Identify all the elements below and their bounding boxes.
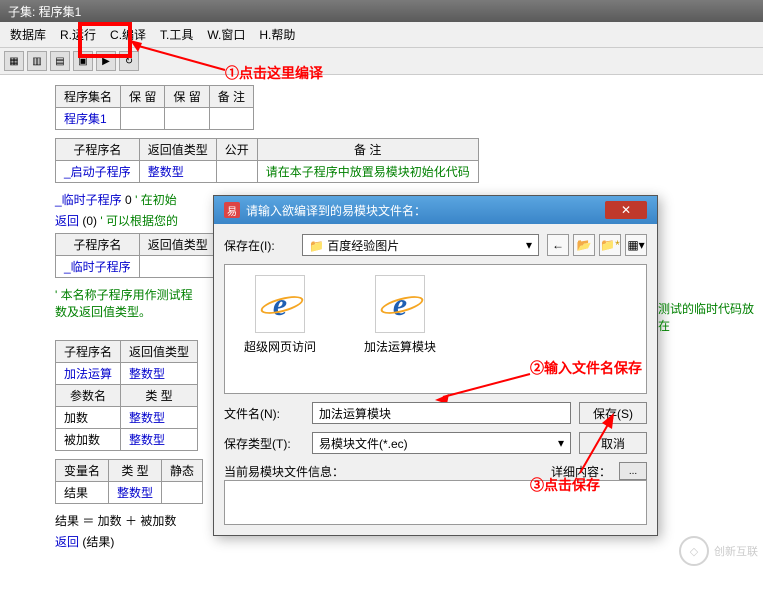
th: 保 留	[121, 86, 165, 108]
toolbar-btn-1[interactable]: ▦	[4, 51, 24, 71]
td[interactable]: 整数型	[121, 363, 198, 385]
watermark: ◇ 创新互联	[679, 536, 758, 566]
watermark-logo: ◇	[679, 536, 709, 566]
nav-newfolder-icon[interactable]: 📁*	[599, 234, 621, 256]
close-button[interactable]: ✕	[605, 201, 647, 219]
td[interactable]: 整数型	[139, 161, 216, 183]
file-label: 加法运算模块	[364, 338, 436, 355]
filetype-combo[interactable]: 易模块文件(*.ec) ▾	[312, 432, 571, 454]
th: 返回值类型	[139, 139, 216, 161]
info-box	[224, 480, 647, 525]
th: 类 型	[109, 460, 162, 482]
table-add-func: 子程序名返回值类型 加法运算整数型 参数名类 型 加数整数型 被加数整数型	[55, 340, 198, 451]
td[interactable]: 整数型	[121, 407, 198, 429]
th: 参数名	[56, 385, 121, 407]
td[interactable]: 程序集1	[56, 108, 121, 130]
chevron-down-icon: ▾	[558, 436, 564, 450]
menu-tools[interactable]: T.工具	[154, 24, 199, 45]
table-var: 变量名类 型静态 结果整数型	[55, 459, 203, 504]
th: 保 留	[165, 86, 209, 108]
toolbar-btn-3[interactable]: ▤	[50, 51, 70, 71]
td[interactable]: 整数型	[121, 429, 198, 451]
filename-label: 文件名(N):	[224, 405, 304, 422]
td: 请在本子程序中放置易模块初始化代码	[257, 161, 478, 183]
menu-compile[interactable]: C.编译	[104, 24, 152, 45]
th: 程序集名	[56, 86, 121, 108]
dialog-titlebar[interactable]: 易 请输入欲编译到的易模块文件名： ✕	[214, 196, 657, 224]
td[interactable]: 加数	[56, 407, 121, 429]
th: 静态	[162, 460, 203, 482]
filename-input[interactable]	[312, 402, 571, 424]
ie-icon	[255, 275, 305, 333]
nav-up-icon[interactable]: 📂	[573, 234, 595, 256]
app-icon: 易	[224, 202, 240, 218]
toolbar: ▦ ▥ ▤ ▣ ▶ ↻	[0, 48, 763, 75]
th: 返回值类型	[121, 341, 198, 363]
dialog-title-text: 请输入欲编译到的易模块文件名：	[246, 202, 426, 219]
td[interactable]: 加法运算	[56, 363, 121, 385]
nav-back-icon[interactable]: ←	[547, 234, 569, 256]
save-button[interactable]: 保存(S)	[579, 402, 647, 424]
menu-window[interactable]: W.窗口	[201, 24, 251, 45]
ie-icon	[375, 275, 425, 333]
toolbar-btn-2[interactable]: ▥	[27, 51, 47, 71]
nav-view-icon[interactable]: ▦▾	[625, 234, 647, 256]
menu-run[interactable]: R.运行	[54, 24, 102, 45]
chevron-down-icon: ▾	[526, 238, 532, 252]
th: 子程序名	[56, 341, 121, 363]
th: 备 注	[209, 86, 253, 108]
titlebar: 子集: 程序集1	[0, 0, 763, 22]
info-label: 当前易模块文件信息：	[224, 463, 344, 480]
td[interactable]: 结果	[56, 482, 109, 504]
table-startup-sub: 子程序名返回值类型公开备 注 _启动子程序整数型 请在本子程序中放置易模块初始化代…	[55, 138, 479, 183]
toolbar-btn-6[interactable]: ↻	[119, 51, 139, 71]
file-label: 超级网页访问	[244, 338, 316, 355]
title-text: 子集: 程序集1	[8, 3, 81, 20]
td[interactable]: 整数型	[109, 482, 162, 504]
th: 子程序名	[56, 234, 140, 256]
cancel-button[interactable]: 取消	[579, 432, 647, 454]
file-item[interactable]: 超级网页访问	[235, 275, 325, 383]
save-dialog: 易 请输入欲编译到的易模块文件名： ✕ 保存在(I): 📁 百度经验图片 ▾ ←…	[213, 195, 658, 536]
th: 变量名	[56, 460, 109, 482]
table-temp-sub: 子程序名返回值类型 _临时子程序	[55, 233, 217, 278]
file-list[interactable]: 超级网页访问 加法运算模块	[224, 264, 647, 394]
td[interactable]: _启动子程序	[56, 161, 140, 183]
toolbar-btn-4[interactable]: ▣	[73, 51, 93, 71]
toolbar-btn-5[interactable]: ▶	[96, 51, 116, 71]
file-item[interactable]: 加法运算模块	[355, 275, 445, 383]
menu-help[interactable]: H.帮助	[253, 24, 301, 45]
td[interactable]: 被加数	[56, 429, 121, 451]
menubar: 数据库 R.运行 C.编译 T.工具 W.窗口 H.帮助	[0, 22, 763, 48]
save-in-label: 保存在(I):	[224, 237, 294, 254]
detail-button[interactable]: ...	[619, 462, 647, 480]
table-program-set: 程序集名保 留保 留备 注 程序集1	[55, 85, 254, 130]
th: 返回值类型	[139, 234, 216, 256]
detail-label: 详细内容：	[551, 463, 611, 480]
th: 备 注	[257, 139, 478, 161]
save-in-combo[interactable]: 📁 百度经验图片 ▾	[302, 234, 539, 256]
td[interactable]: _临时子程序	[56, 256, 140, 278]
th: 类 型	[121, 385, 198, 407]
filetype-label: 保存类型(T):	[224, 435, 304, 452]
th: 公开	[216, 139, 257, 161]
menu-database[interactable]: 数据库	[4, 24, 52, 45]
th: 子程序名	[56, 139, 140, 161]
